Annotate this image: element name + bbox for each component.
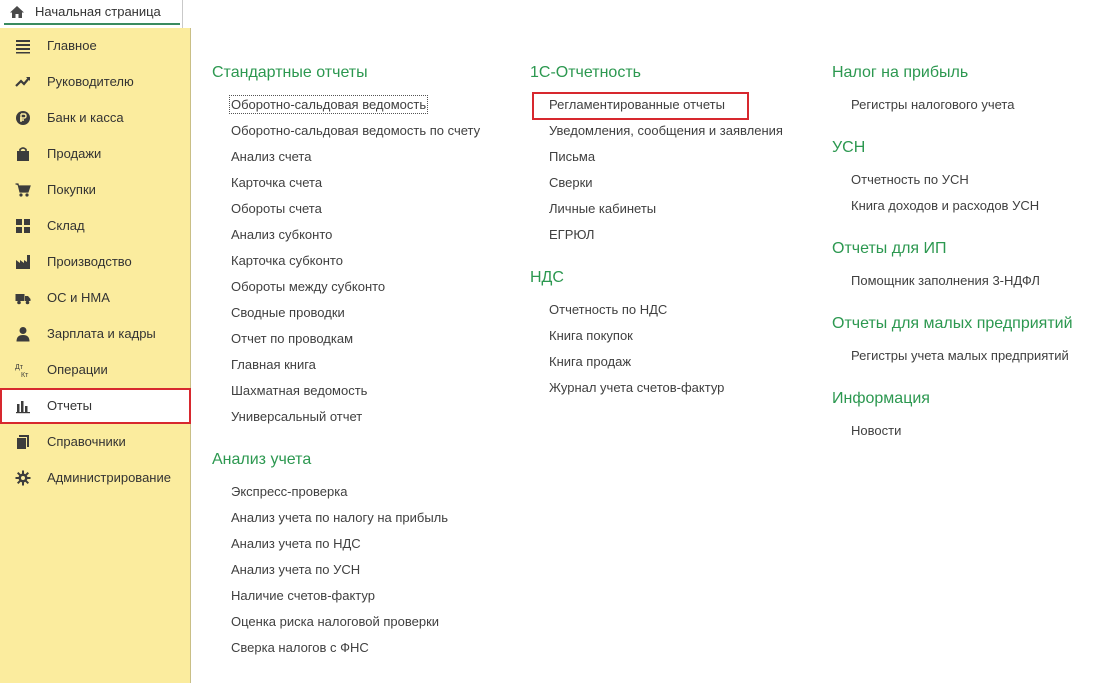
report-link[interactable]: Анализ учета по УСН (231, 562, 360, 577)
sidebar-item-label: Операции (47, 362, 108, 377)
home-tab-label: Начальная страница (35, 4, 161, 19)
sidebar-nav: Главное Руководителю Банк и касса Продаж… (0, 28, 191, 496)
ruble-coin-icon (15, 110, 31, 126)
sidebar-item-sales[interactable]: Продажи (0, 136, 190, 172)
report-link[interactable]: ЕГРЮЛ (549, 227, 594, 242)
sidebar-item-label: Производство (47, 254, 132, 269)
person-icon (15, 326, 31, 342)
trend-chart-icon (15, 74, 31, 90)
report-link[interactable]: Новости (851, 423, 901, 438)
report-link[interactable]: Регистры учета малых предприятий (851, 348, 1069, 363)
report-link[interactable]: Журнал учета счетов-фактур (549, 380, 724, 395)
shopping-bag-icon (15, 146, 31, 162)
active-tab-underline (4, 23, 180, 25)
report-link[interactable]: Шахматная ведомость (231, 383, 367, 398)
sidebar-item-label: ОС и НМА (47, 290, 110, 305)
report-link[interactable]: Регистры налогового учета (851, 97, 1014, 112)
report-link[interactable]: Отчетность по УСН (851, 172, 969, 187)
home-tab[interactable]: Начальная страница (0, 0, 191, 28)
section-title-ip-reports: Отчеты для ИП (832, 240, 947, 257)
sidebar-item-label: Справочники (47, 434, 126, 449)
home-icon (9, 4, 25, 20)
sidebar-item-fixed-assets[interactable]: ОС и НМА (0, 280, 190, 316)
sidebar-item-salary[interactable]: Зарплата и кадры (0, 316, 190, 352)
report-link[interactable]: Книга доходов и расходов УСН (851, 198, 1039, 213)
report-link[interactable]: Анализ субконто (231, 227, 332, 242)
report-link[interactable]: Анализ учета по НДС (231, 536, 361, 551)
report-link[interactable]: Письма (549, 149, 595, 164)
report-link[interactable]: Помощник заполнения 3-НДФЛ (851, 273, 1040, 288)
report-link[interactable]: Отчетность по НДС (549, 302, 667, 317)
sidebar-item-bank[interactable]: Банк и касса (0, 100, 190, 136)
report-link[interactable]: Главная книга (231, 357, 316, 372)
sidebar-item-purchases[interactable]: Покупки (0, 172, 190, 208)
sidebar-item-warehouse[interactable]: Склад (0, 208, 190, 244)
report-link[interactable]: Анализ счета (231, 149, 311, 164)
tab-divider (182, 0, 183, 28)
report-link[interactable]: Карточка счета (231, 175, 322, 190)
section-title-1c-reporting: 1С-Отчетность (530, 64, 641, 81)
report-link[interactable]: Уведомления, сообщения и заявления (549, 123, 783, 138)
debit-label: Дт (15, 364, 24, 371)
credit-label: Кт (21, 372, 29, 378)
truck-icon (15, 290, 31, 306)
report-link[interactable]: Оборотно-сальдовая ведомость по счету (231, 123, 480, 138)
shopping-cart-icon (15, 182, 31, 198)
debit-credit-icon: Дт Кт (15, 362, 31, 378)
factory-icon (15, 254, 31, 270)
sidebar-item-directories[interactable]: Справочники (0, 424, 190, 460)
report-link[interactable]: Книга покупок (549, 328, 633, 343)
report-link[interactable]: Оборотно-сальдовая ведомость (228, 95, 429, 114)
report-link[interactable]: Книга продаж (549, 354, 631, 369)
report-link[interactable]: Анализ учета по налогу на прибыль (231, 510, 448, 525)
sidebar-item-label: Банк и касса (47, 110, 124, 125)
sidebar-item-main[interactable]: Главное (0, 28, 190, 64)
sidebar-item-operations[interactable]: Дт Кт Операции (0, 352, 190, 388)
section-title-vat: НДС (530, 269, 564, 286)
menu-lines-icon (15, 38, 31, 54)
section-title-usn: УСН (832, 139, 866, 156)
section-title-standard-reports: Стандартные отчеты (212, 64, 368, 81)
bar-chart-icon (15, 398, 31, 414)
report-link[interactable]: Личные кабинеты (549, 201, 656, 216)
report-link[interactable]: Универсальный отчет (231, 409, 362, 424)
report-link[interactable]: Экспресс-проверка (231, 484, 347, 499)
sidebar-item-production[interactable]: Производство (0, 244, 190, 280)
report-link-regulated-reports[interactable]: Регламентированные отчеты (549, 97, 725, 112)
books-icon (15, 434, 31, 450)
report-link[interactable]: Оценка риска налоговой проверки (231, 614, 439, 629)
sidebar: Начальная страница Главное Руководителю … (0, 0, 191, 683)
sidebar-item-label: Покупки (47, 182, 96, 197)
sidebar-item-label: Зарплата и кадры (47, 326, 156, 341)
report-link[interactable]: Карточка субконто (231, 253, 343, 268)
section-title-information: Информация (832, 390, 930, 407)
sidebar-item-label: Склад (47, 218, 85, 233)
sidebar-item-label: Руководителю (47, 74, 134, 89)
report-link[interactable]: Обороты между субконто (231, 279, 385, 294)
gear-icon (15, 470, 31, 486)
reports-panel: Стандартные отчеты Оборотно-сальдовая ве… (192, 0, 1113, 683)
section-title-small-business-reports: Отчеты для малых предприятий (832, 315, 1073, 332)
report-link[interactable]: Отчет по проводкам (231, 331, 353, 346)
warehouse-grid-icon (15, 218, 31, 234)
sidebar-item-reports[interactable]: Отчеты (0, 388, 191, 424)
sidebar-item-label: Администрирование (47, 470, 171, 485)
sidebar-item-administration[interactable]: Администрирование (0, 460, 190, 496)
report-link[interactable]: Обороты счета (231, 201, 322, 216)
report-link[interactable]: Сводные проводки (231, 305, 345, 320)
section-title-profit-tax: Налог на прибыль (832, 64, 969, 81)
report-link[interactable]: Сверки (549, 175, 593, 190)
sidebar-item-manager[interactable]: Руководителю (0, 64, 190, 100)
report-link[interactable]: Сверка налогов с ФНС (231, 640, 369, 655)
report-link[interactable]: Наличие счетов-фактур (231, 588, 375, 603)
sidebar-item-label: Главное (47, 38, 97, 53)
section-title-accounting-analysis: Анализ учета (212, 451, 312, 468)
sidebar-item-label: Продажи (47, 146, 102, 161)
sidebar-item-label: Отчеты (47, 398, 92, 413)
